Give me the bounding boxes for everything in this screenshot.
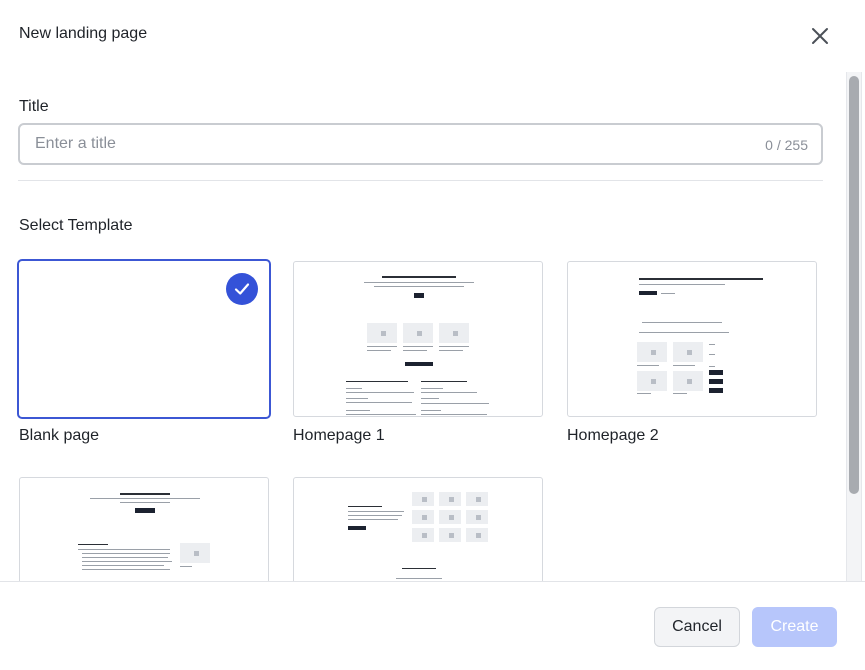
template-name: Blank page (19, 427, 100, 444)
dialog-title: New landing page (19, 25, 148, 42)
section-divider (18, 180, 823, 181)
dialog-footer: Cancel Create (0, 581, 865, 670)
selected-check (226, 273, 258, 305)
template-name: Homepage 2 (567, 427, 659, 444)
template-card-homepage-1[interactable] (293, 261, 543, 417)
title-input[interactable] (35, 125, 735, 163)
close-button[interactable] (806, 22, 834, 50)
create-button[interactable]: Create (752, 607, 837, 647)
cancel-button[interactable]: Cancel (654, 607, 740, 647)
dialog-header: New landing page (0, 0, 865, 72)
title-character-counter: 0 / 255 (765, 137, 808, 153)
template-card-4[interactable] (19, 477, 269, 581)
checkmark-icon (234, 283, 250, 295)
template-card-5[interactable] (293, 477, 543, 581)
select-template-label: Select Template (19, 217, 133, 234)
scrollbar-thumb[interactable] (849, 76, 859, 494)
template-name: Homepage 1 (293, 427, 385, 444)
title-field[interactable]: 0 / 255 (18, 123, 823, 165)
title-label: Title (19, 98, 49, 115)
close-icon (812, 28, 828, 44)
background-edge (861, 72, 865, 581)
dialog-body[interactable]: Title 0 / 255 Select Template Blank page (0, 72, 846, 581)
new-landing-page-dialog: New landing page Title 0 / 255 Select Te… (0, 0, 865, 670)
template-card-homepage-2[interactable] (567, 261, 817, 417)
template-card-blank-page[interactable] (17, 259, 271, 419)
